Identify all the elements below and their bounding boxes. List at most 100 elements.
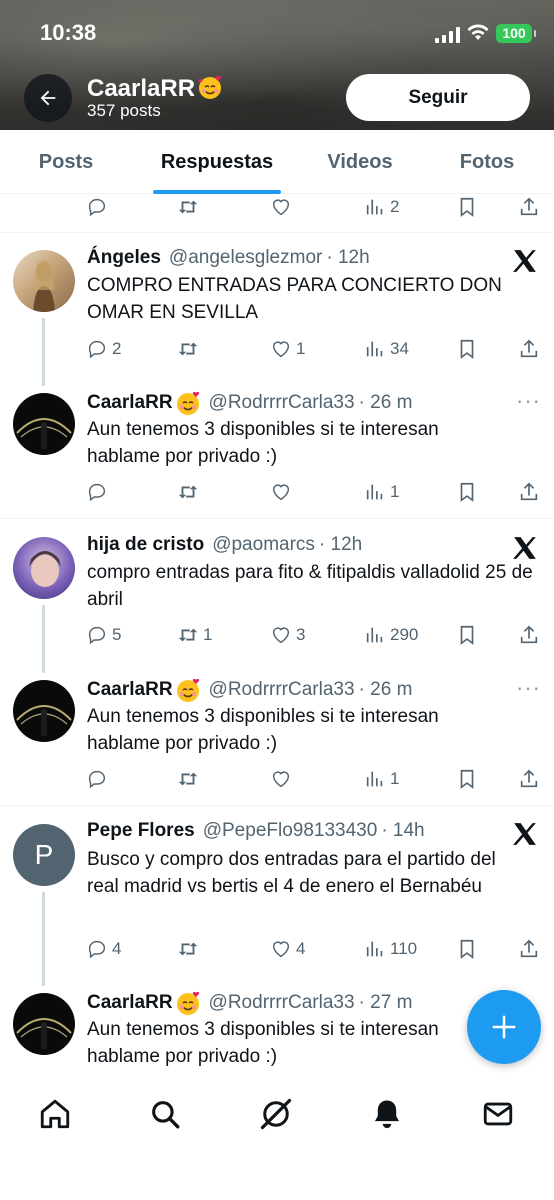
mail-icon (483, 1102, 513, 1126)
views-button[interactable]: 1 (364, 477, 399, 507)
tweet-text: Aun tenemos 3 disponibles si te interesa… (87, 419, 439, 467)
share-button[interactable] (518, 477, 540, 507)
author-handle[interactable]: @RodrrrrCarla33 (209, 992, 355, 1014)
bookmark-button[interactable] (456, 334, 478, 364)
like-button[interactable]: 1 (270, 334, 305, 364)
avatar[interactable]: P (13, 824, 75, 886)
tab-respuestas[interactable]: Respuestas (150, 130, 284, 194)
author-handle[interactable]: @PepeFlo98133430 (203, 820, 378, 842)
tweet-time: · 12h (326, 247, 370, 268)
like-button[interactable] (270, 192, 296, 222)
repost-button[interactable]: 1 (177, 620, 212, 650)
avatar[interactable] (13, 393, 75, 455)
tweet-header: hija de cristo @paomarcs · 12h (87, 534, 362, 556)
like-button[interactable] (270, 477, 296, 507)
tweet-actions: 1 (0, 477, 554, 507)
views-button[interactable]: 2 (364, 192, 399, 222)
status-bar: 10:38 100 (0, 0, 554, 64)
tab-posts[interactable]: Posts (20, 130, 112, 194)
reply-button[interactable]: 2 (86, 334, 121, 364)
share-button[interactable] (518, 334, 540, 364)
author-name[interactable]: Pepe Flores (87, 820, 195, 842)
repost-button[interactable] (177, 334, 203, 364)
author-handle[interactable]: @angelesglezmor (169, 247, 322, 269)
compose-post-button[interactable] (467, 990, 541, 1064)
reply-button[interactable]: 4 (86, 934, 121, 964)
avatar-initial: P (34, 839, 54, 870)
reply-button[interactable] (86, 192, 112, 222)
repost-icon (178, 342, 198, 356)
share-button[interactable] (518, 934, 540, 964)
author-name[interactable]: CaarlaRR (87, 679, 173, 701)
plus-icon (492, 1015, 516, 1039)
x-logo-icon (513, 823, 536, 845)
avatar[interactable] (13, 680, 75, 742)
reply-button[interactable] (86, 764, 112, 794)
tweet-header: Pepe Flores @PepeFlo98133430 · 14h (87, 820, 425, 842)
views-button[interactable]: 1 (364, 764, 399, 794)
repost-button[interactable] (177, 477, 203, 507)
share-button[interactable] (518, 192, 540, 222)
follow-button[interactable]: Seguir (346, 74, 530, 121)
author-name[interactable]: CaarlaRR (87, 992, 173, 1014)
avatar[interactable] (13, 537, 75, 599)
like-button[interactable]: 3 (270, 620, 305, 650)
bookmark-button[interactable] (456, 620, 478, 650)
views-button[interactable]: 290 (364, 620, 418, 650)
share-button[interactable] (518, 620, 540, 650)
profile-header: 10:38 100 CaarlaRR 357 posts Seguir (0, 0, 554, 130)
avatar[interactable] (13, 993, 75, 1055)
author-handle[interactable]: @paomarcs (212, 534, 315, 556)
repost-icon (178, 485, 198, 499)
nav-grok[interactable] (256, 1094, 296, 1134)
avatar-photo-icon (33, 260, 55, 312)
reply-icon (88, 770, 106, 789)
views-button[interactable]: 34 (364, 334, 409, 364)
bookmark-icon (460, 769, 474, 789)
author-name[interactable]: CaarlaRR (87, 392, 173, 414)
bookmark-button[interactable] (456, 934, 478, 964)
nav-search[interactable] (145, 1094, 185, 1134)
like-button[interactable]: 4 (270, 934, 305, 964)
views-button[interactable]: 110 (364, 934, 417, 964)
repost-button[interactable] (177, 192, 203, 222)
smiling-face-with-hearts-icon (176, 391, 199, 415)
author-handle[interactable]: @RodrrrrCarla33 (209, 679, 355, 701)
bookmark-button[interactable] (456, 477, 478, 507)
share-icon (520, 482, 538, 501)
reply-button[interactable]: 5 (86, 620, 121, 650)
views-chart-icon (366, 199, 383, 215)
reply-button[interactable] (86, 477, 112, 507)
bookmark-button[interactable] (456, 764, 478, 794)
repost-button[interactable] (177, 934, 203, 964)
share-icon (520, 197, 538, 216)
divider (0, 518, 554, 519)
like-button[interactable] (270, 764, 296, 794)
more-options-icon[interactable]: ··· (516, 388, 541, 414)
search-icon (152, 1101, 180, 1129)
tweet-time: · 12h (318, 534, 363, 555)
nav-messages[interactable] (478, 1094, 518, 1134)
author-name[interactable]: Ángeles (87, 247, 161, 269)
share-icon (520, 339, 538, 358)
heart-icon (272, 627, 290, 644)
battery-icon: 100 (496, 24, 536, 43)
bookmark-icon (460, 339, 474, 359)
more-options-icon[interactable]: ··· (516, 675, 541, 701)
nav-notifications[interactable] (367, 1094, 407, 1134)
back-button[interactable] (24, 74, 72, 122)
repost-icon (178, 772, 198, 786)
share-button[interactable] (518, 764, 540, 794)
heart-icon (272, 484, 290, 501)
avatar[interactable] (13, 250, 75, 312)
avatar-photo-icon (16, 705, 72, 736)
repost-button[interactable] (177, 764, 203, 794)
bookmark-icon (460, 625, 474, 645)
nav-home[interactable] (35, 1094, 75, 1134)
bookmark-button[interactable] (456, 192, 478, 222)
tab-videos[interactable]: Videos (310, 130, 410, 194)
smiling-face-with-hearts-icon (198, 75, 222, 99)
tab-fotos[interactable]: Fotos (440, 130, 534, 194)
author-name[interactable]: hija de cristo (87, 534, 204, 556)
author-handle[interactable]: @RodrrrrCarla33 (209, 392, 355, 414)
